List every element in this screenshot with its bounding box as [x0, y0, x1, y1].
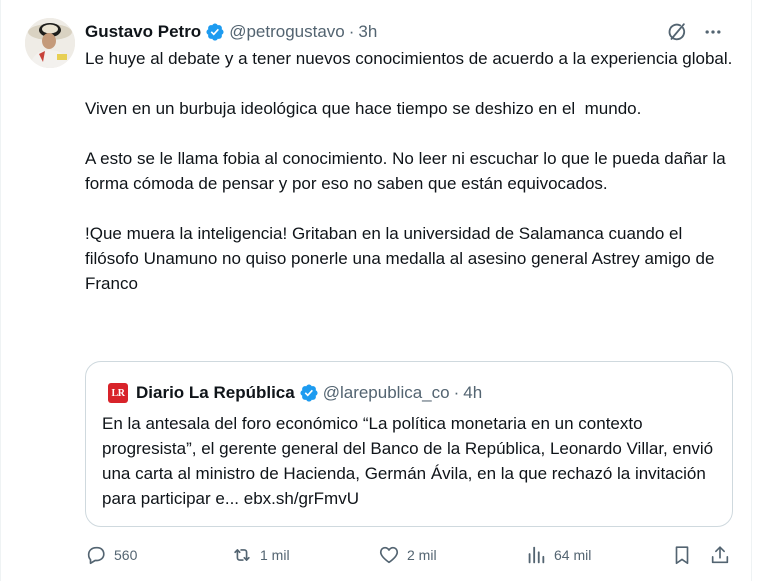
grok-icon[interactable]: [665, 20, 689, 44]
quoted-author-handle[interactable]: @larepublica_co: [323, 383, 450, 403]
views-button[interactable]: 64 mil: [525, 542, 591, 568]
reply-count: 560: [114, 547, 138, 563]
share-button[interactable]: [709, 542, 731, 568]
like-button[interactable]: 2 mil: [378, 542, 437, 568]
repost-count: 1 mil: [260, 547, 290, 563]
header-separator: ·: [348, 22, 355, 41]
repost-icon: [234, 549, 250, 561]
bookmark-button[interactable]: [671, 542, 693, 568]
reply-icon: [87, 546, 105, 565]
avatar-photo-icon: [25, 18, 75, 68]
quoted-separator: ·: [453, 383, 460, 402]
author-handle[interactable]: @petrogustavo: [229, 22, 345, 42]
verified-badge-icon: [206, 23, 224, 41]
quoted-author-name[interactable]: Diario La República: [136, 383, 295, 403]
more-icon[interactable]: [701, 20, 725, 44]
quoted-logo-text: LR: [111, 387, 125, 399]
quoted-timestamp[interactable]: 4h: [463, 383, 482, 403]
tweet-header: Gustavo Petro @petrogustavo · 3h: [85, 20, 377, 44]
like-count: 2 mil: [407, 547, 437, 563]
tweet-timestamp[interactable]: 3h: [358, 22, 377, 42]
author-avatar[interactable]: [25, 18, 75, 68]
tweet-text: Le huye al debate y a tener nuevos conoc…: [85, 49, 733, 293]
reply-button[interactable]: 560: [85, 542, 137, 568]
header-actions: [665, 20, 725, 44]
tweet-card[interactable]: Gustavo Petro @petrogustavo · 3h Le huye…: [0, 0, 752, 581]
quoted-avatar-logo[interactable]: LR: [108, 383, 128, 403]
quoted-tweet[interactable]: LR Diario La República @larepublica_co ·…: [85, 361, 733, 527]
views-count: 64 mil: [554, 547, 592, 563]
action-bar: 560 1 mil 2 mil 64 mil: [85, 542, 733, 568]
verified-badge-icon: [300, 384, 318, 402]
repost-button[interactable]: 1 mil: [231, 542, 290, 568]
like-heart-icon: [379, 546, 399, 564]
quoted-tweet-header: LR Diario La República @larepublica_co ·…: [108, 382, 482, 404]
views-chart-icon: [528, 546, 545, 564]
author-name[interactable]: Gustavo Petro: [85, 22, 201, 42]
share-icon: [711, 546, 729, 564]
quoted-tweet-text: En la antesala del foro económico “La po…: [102, 414, 714, 508]
bookmark-icon: [675, 546, 689, 565]
